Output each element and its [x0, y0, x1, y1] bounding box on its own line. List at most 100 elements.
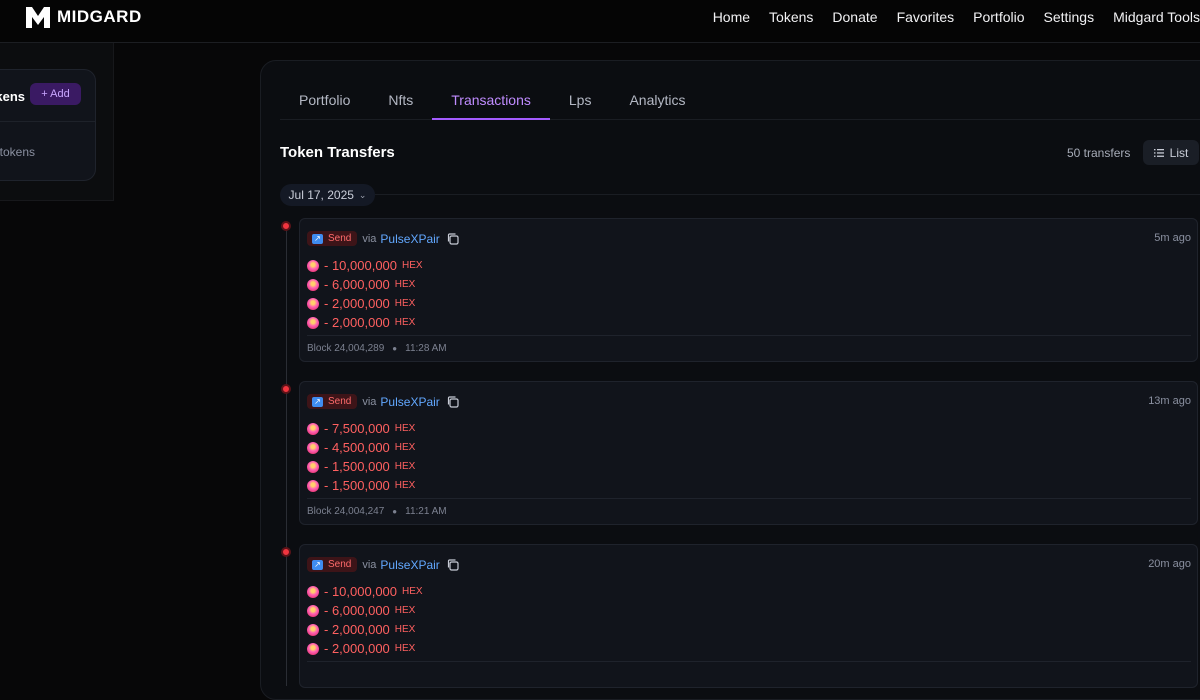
via-label: via — [362, 232, 377, 245]
amount-symbol: HEX — [402, 260, 423, 271]
tx-clock-time: 11:21 AM — [405, 506, 447, 517]
top-navbar: MIDGARD Home Tokens Donate Favorites Por… — [0, 0, 1200, 43]
amount-row: - 2,000,000 HEX — [307, 313, 423, 332]
hex-token-icon — [307, 460, 319, 473]
arrow-up-right-icon: ↗ — [312, 233, 323, 244]
nav-portfolio[interactable]: Portfolio — [973, 9, 1024, 25]
amount-row: - 1,500,000 HEX — [307, 457, 415, 476]
amount-value: - 2,000,000 — [324, 641, 390, 656]
nav-favorites[interactable]: Favorites — [897, 9, 955, 25]
amount-value: - 10,000,000 — [324, 258, 398, 273]
hex-token-icon — [307, 297, 319, 310]
nav-tokens[interactable]: Tokens — [769, 9, 813, 25]
amount-row: - 2,000,000 HEX — [307, 294, 423, 313]
divider — [0, 121, 95, 122]
tab-portfolio[interactable]: Portfolio — [280, 84, 369, 120]
pair-link[interactable]: PulseXPair — [380, 232, 439, 246]
hex-token-icon — [307, 422, 319, 435]
section-title: Token Transfers — [280, 144, 395, 161]
nav-home[interactable]: Home — [713, 9, 750, 25]
amount-value: - 1,500,000 — [324, 478, 390, 493]
amount-row: - 1,500,000 HEX — [307, 476, 415, 495]
amount-row: - 4,500,000 HEX — [307, 438, 415, 457]
date-label: Jul 17, 2025 — [288, 188, 354, 202]
tx-relative-time: 5m ago — [1154, 232, 1191, 244]
copy-icon[interactable] — [446, 395, 460, 409]
copy-icon[interactable] — [446, 232, 460, 246]
transaction-card[interactable]: ↗ Send via PulseXPair 20m ago - 10,000,0… — [299, 544, 1198, 688]
arrow-up-right-icon: ↗ — [312, 559, 323, 570]
divider — [307, 335, 1191, 336]
hex-token-icon — [307, 642, 319, 655]
tab-bar: Portfolio Nfts Transactions Lps Analytic… — [280, 84, 1200, 120]
timeline-dot — [281, 547, 291, 557]
amount-row: - 10,000,000 HEX — [307, 256, 423, 275]
nav-midgard-tools[interactable]: Midgard Tools — [1113, 9, 1200, 25]
amount-row: - 2,000,000 HEX — [307, 620, 423, 639]
date-divider — [375, 194, 1200, 195]
timeline-line — [286, 226, 287, 686]
transaction-card[interactable]: ↗ Send via PulseXPair 5m ago - 10,000,00… — [299, 218, 1198, 362]
amount-list: - 10,000,000 HEX - 6,000,000 HEX - 2,000,0… — [307, 582, 423, 658]
timeline-dot — [281, 221, 291, 231]
amount-symbol: HEX — [394, 279, 416, 290]
sidebar: kens + Add tokens — [0, 43, 114, 201]
amount-symbol: HEX — [402, 586, 423, 597]
separator-dot: ● — [392, 344, 398, 353]
midgard-logo-icon — [26, 7, 50, 28]
amount-symbol: HEX — [394, 298, 416, 309]
transaction-header: ↗ Send via PulseXPair — [307, 394, 460, 409]
send-badge: ↗ Send — [307, 394, 358, 409]
amount-symbol: HEX — [394, 480, 416, 491]
hex-token-icon — [307, 585, 319, 598]
pair-link[interactable]: PulseXPair — [380, 558, 439, 572]
amount-row: - 7,500,000 HEX — [307, 419, 415, 438]
hex-token-icon — [307, 479, 319, 492]
chevron-down-icon: ⌄ — [358, 189, 367, 200]
empty-state-text: tokens — [0, 145, 35, 159]
tab-lps[interactable]: Lps — [550, 84, 611, 120]
timeline-dot — [281, 384, 291, 394]
hex-token-icon — [307, 316, 319, 329]
amount-symbol: HEX — [394, 624, 416, 635]
pair-link[interactable]: PulseXPair — [380, 395, 439, 409]
transaction-card[interactable]: ↗ Send via PulseXPair 13m ago - 7,500,00… — [299, 381, 1198, 525]
divider — [307, 661, 1191, 662]
amount-symbol: HEX — [394, 423, 416, 434]
amount-row: - 2,000,000 HEX — [307, 639, 423, 658]
sidebar-title: kens — [0, 89, 25, 104]
tx-relative-time: 13m ago — [1148, 395, 1191, 407]
amount-value: - 6,000,000 — [324, 603, 390, 618]
amount-value: - 1,500,000 — [324, 459, 390, 474]
via-label: via — [362, 558, 377, 571]
transactions-panel: Portfolio Nfts Transactions Lps Analytic… — [260, 60, 1200, 700]
tab-analytics[interactable]: Analytics — [610, 84, 704, 120]
list-view-label: List — [1169, 145, 1189, 160]
amount-list: - 10,000,000 HEX - 6,000,000 HEX - 2,000,0… — [307, 256, 423, 332]
list-view-button[interactable]: List — [1143, 140, 1199, 165]
amount-row: - 6,000,000 HEX — [307, 601, 423, 620]
amount-value: - 7,500,000 — [324, 421, 390, 436]
tab-transactions[interactable]: Transactions — [432, 84, 550, 120]
copy-icon[interactable] — [446, 558, 460, 572]
hex-token-icon — [307, 441, 319, 454]
list-icon — [1153, 148, 1164, 157]
brand-name: MIDGARD — [57, 7, 142, 26]
transfer-count: 50 transfers — [1067, 146, 1131, 160]
amount-symbol: HEX — [394, 461, 416, 472]
separator-dot: ● — [392, 507, 398, 516]
amount-value: - 2,000,000 — [324, 296, 390, 311]
nav-settings[interactable]: Settings — [1044, 9, 1095, 25]
block-number: Block 24,004,289 — [307, 343, 385, 354]
brand-logo[interactable]: MIDGARD — [24, 4, 142, 30]
add-token-button[interactable]: + Add — [30, 83, 81, 105]
transaction-footer: Block 24,004,289 ● 11:28 AM — [307, 343, 447, 354]
date-group-toggle[interactable]: Jul 17, 2025 ⌄ — [280, 184, 375, 206]
nav-donate[interactable]: Donate — [832, 9, 877, 25]
tab-nfts[interactable]: Nfts — [369, 84, 432, 120]
hex-token-icon — [307, 623, 319, 636]
via-label: via — [362, 395, 377, 408]
hex-token-icon — [307, 278, 319, 291]
hex-token-icon — [307, 259, 319, 272]
tx-clock-time: 11:28 AM — [405, 343, 447, 354]
